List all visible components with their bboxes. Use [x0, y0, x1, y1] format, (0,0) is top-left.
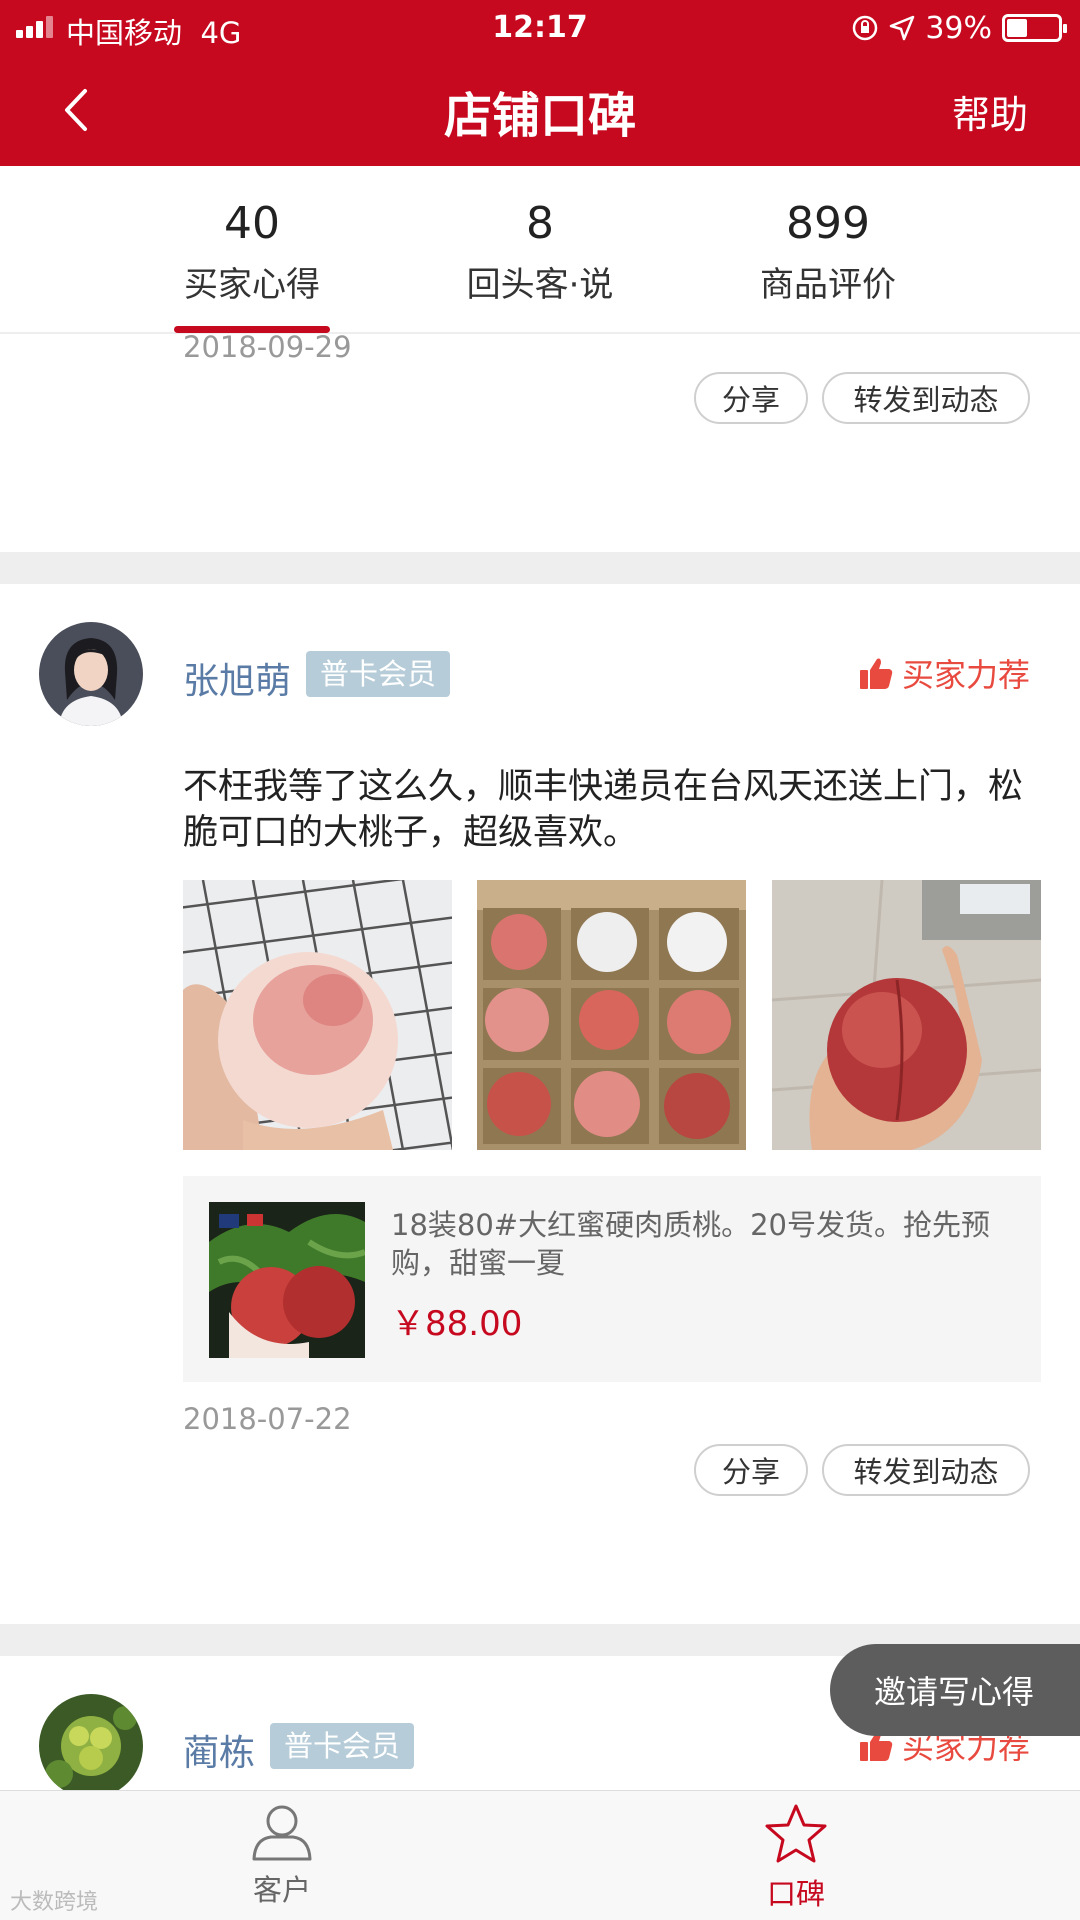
- section-divider: [0, 552, 1080, 584]
- orientation-lock-icon: [853, 15, 878, 41]
- tab-product-reviews[interactable]: 899 商品评价: [708, 198, 948, 306]
- header-bar: 中国移动 4G 12:17 39% 店铺口碑 帮助: [0, 0, 1080, 166]
- person-icon: [252, 1805, 312, 1861]
- reviewer-name[interactable]: 蔺栋: [183, 1724, 255, 1776]
- review-text: 不枉我等了这么久，顺丰快递员在台风天还送上门，松脆可口的大桃子，超级喜欢。: [183, 767, 1024, 853]
- avatar[interactable]: [39, 622, 143, 726]
- tab-count: 899: [786, 198, 870, 249]
- share-button[interactable]: 分享: [694, 372, 808, 424]
- member-badge: 普卡会员: [270, 1723, 415, 1769]
- tab-returning-customers[interactable]: 8 回头客·说: [420, 198, 660, 306]
- page-title: 店铺口碑: [443, 88, 636, 144]
- tab-label: 商品评价: [760, 265, 896, 305]
- review-photo[interactable]: [477, 880, 746, 1150]
- location-arrow-icon: [890, 15, 915, 41]
- review-date: 2018-09-29: [183, 330, 352, 364]
- product-name: 18装80#大红蜜硬肉质桃。20号发货。抢先预购，甜蜜一夏: [391, 1208, 991, 1280]
- tab-label: 回头客·说: [466, 265, 614, 305]
- watermark: 大数跨境: [10, 1890, 99, 1915]
- invite-review-button[interactable]: 邀请写心得: [830, 1644, 1080, 1736]
- review-photo[interactable]: [772, 880, 1041, 1150]
- product-image: [209, 1202, 365, 1358]
- product-card[interactable]: 18装80#大红蜜硬肉质桃。20号发货。抢先预购，甜蜜一夏 ￥88.00: [183, 1176, 1041, 1382]
- buyer-recommend-tag: 买家力荐: [858, 650, 1030, 696]
- review-photo[interactable]: [183, 880, 452, 1150]
- member-badge: 普卡会员: [306, 651, 451, 697]
- star-icon: [765, 1804, 827, 1863]
- tab-customers[interactable]: 客户: [202, 1803, 362, 1909]
- tab-label: 客户: [252, 1873, 311, 1907]
- forward-to-feed-button[interactable]: 转发到动态: [822, 372, 1030, 424]
- tab-count: 40: [224, 198, 280, 249]
- battery-fill: [1007, 19, 1027, 37]
- thumbs-up-icon: [860, 658, 893, 689]
- tab-count: 8: [526, 198, 554, 249]
- help-button[interactable]: 帮助: [952, 84, 1028, 139]
- battery-percent: 39%: [925, 10, 992, 46]
- status-right: 39%: [851, 8, 1067, 48]
- share-button[interactable]: 分享: [694, 1444, 808, 1496]
- bottom-tab-bar: 客户 口碑: [0, 1790, 1080, 1920]
- avatar[interactable]: [39, 1694, 143, 1798]
- battery-icon: [1002, 14, 1067, 42]
- tab-label: 口碑: [766, 1877, 825, 1911]
- reviewer-name[interactable]: 张旭萌: [183, 652, 291, 704]
- tab-buyer-experience[interactable]: 40 买家心得: [132, 198, 372, 306]
- review-date: 2018-07-22: [183, 1402, 352, 1436]
- recommend-label: 买家力荐: [902, 656, 1031, 694]
- review-tabs: 40 买家心得 8 回头客·说 899 商品评价: [0, 166, 1080, 334]
- status-bar: 中国移动 4G 12:17 39%: [0, 0, 1080, 54]
- tab-reputation[interactable]: 口碑: [716, 1803, 876, 1913]
- product-price: ￥88.00: [391, 1304, 523, 1344]
- tab-label: 买家心得: [184, 265, 320, 305]
- forward-to-feed-button[interactable]: 转发到动态: [822, 1444, 1030, 1496]
